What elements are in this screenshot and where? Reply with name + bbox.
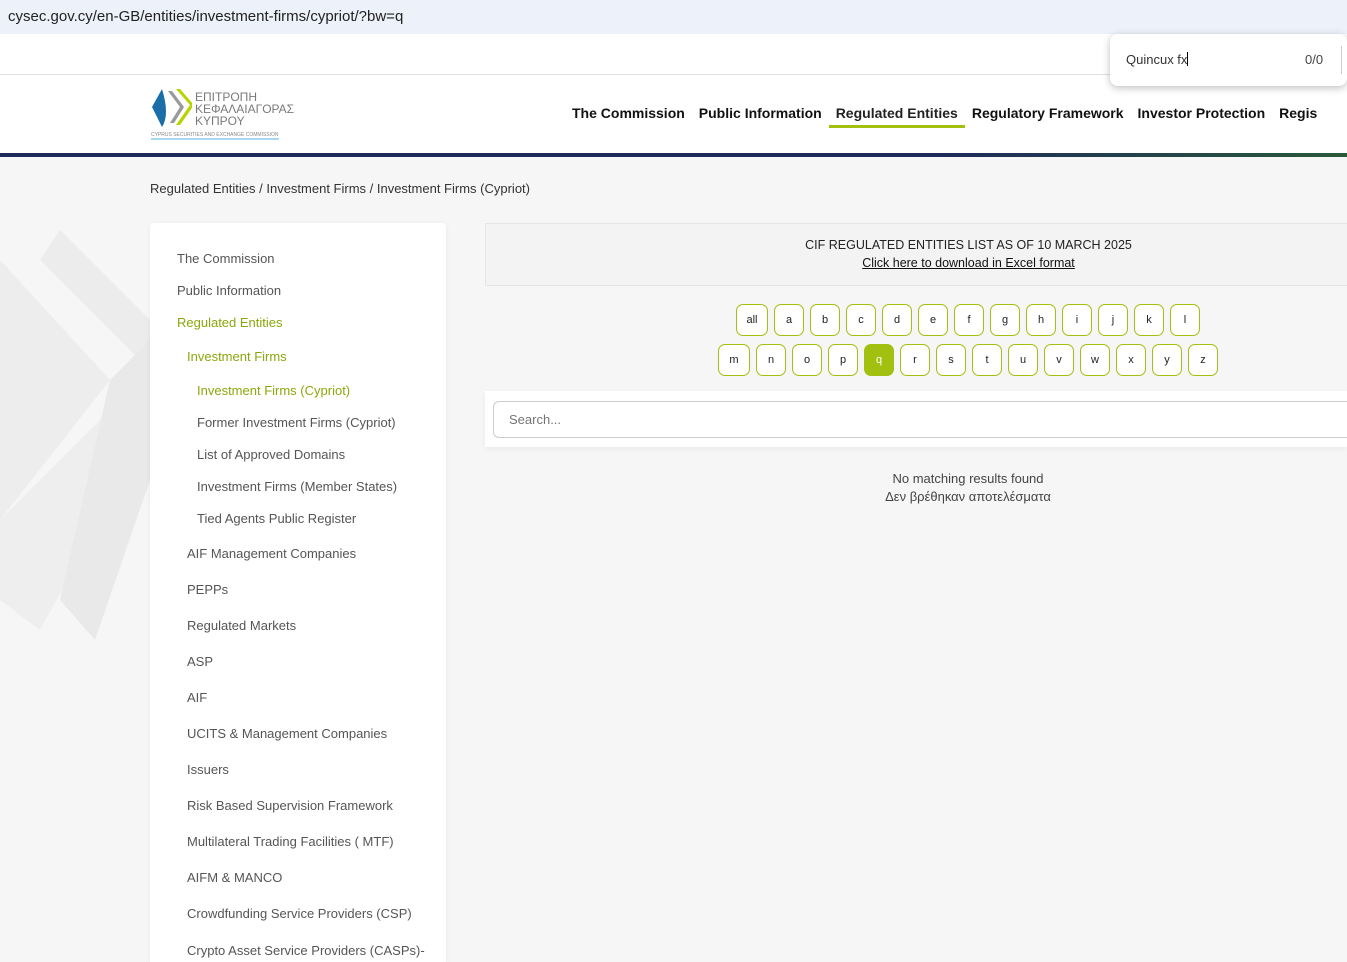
letter-button-g[interactable]: g: [990, 304, 1020, 336]
sidebar: The Commission Public Information Regula…: [150, 223, 446, 962]
letter-button-n[interactable]: n: [756, 344, 786, 376]
letter-button-u[interactable]: u: [1008, 344, 1038, 376]
letter-button-p[interactable]: p: [828, 344, 858, 376]
nav-the-commission[interactable]: The Commission: [565, 75, 692, 128]
letter-button-d[interactable]: d: [882, 304, 912, 336]
letter-button-i[interactable]: i: [1062, 304, 1092, 336]
letter-button-c[interactable]: c: [846, 304, 876, 336]
letter-button-o[interactable]: o: [792, 344, 822, 376]
download-excel-link[interactable]: Click here to download in Excel format: [590, 256, 1347, 270]
text-caret: [1187, 52, 1189, 66]
no-results-message: No matching results found Δεν βρέθηκαν α…: [485, 470, 1347, 506]
letter-button-v[interactable]: v: [1044, 344, 1074, 376]
find-bar[interactable]: Quincux fx 0/0: [1110, 34, 1347, 86]
main-content: CIF REGULATED ENTITIES LIST AS OF 10 MAR…: [485, 223, 1347, 504]
sidebar-item[interactable]: Multilateral Trading Facilities ( MTF): [187, 834, 394, 849]
divider: [1341, 46, 1342, 74]
sidebar-item[interactable]: UCITS & Management Companies: [187, 726, 387, 741]
notice-title: CIF REGULATED ENTITIES LIST AS OF 10 MAR…: [805, 238, 1132, 252]
sidebar-item-active[interactable]: Investment Firms: [187, 349, 287, 364]
letter-button-m[interactable]: m: [718, 344, 750, 376]
site-header: ΕΠΙΤΡΟΠΗ ΚΕΦΑΛΑΙΑΓΟΡΑΣ ΚΥΠΡΟΥ CYPRUS SECUR…: [0, 75, 1347, 153]
alphabet-filter: all a b c d e f g h i j k l mnopqrstuvwxyz: [485, 304, 1347, 384]
breadcrumb: Regulated Entities / Investment Firms / …: [150, 181, 530, 196]
main-nav: The Commission Public Information Regula…: [565, 75, 1324, 153]
sidebar-item-active[interactable]: Regulated Entities: [177, 315, 283, 330]
sidebar-item[interactable]: Investment Firms (Member States): [197, 479, 397, 494]
decorative-chevrons-icon: [0, 230, 150, 640]
letter-button-l[interactable]: l: [1170, 304, 1200, 336]
list-notice: CIF REGULATED ENTITIES LIST AS OF 10 MAR…: [485, 223, 1347, 286]
letter-button-a[interactable]: a: [774, 304, 804, 336]
sidebar-item[interactable]: Crowdfunding Service Providers (CSP): [187, 906, 412, 921]
letter-button-h[interactable]: h: [1026, 304, 1056, 336]
sidebar-item[interactable]: PEPPs: [187, 582, 228, 597]
letter-button-b[interactable]: b: [810, 304, 840, 336]
letter-button-s[interactable]: s: [936, 344, 966, 376]
letter-button-e[interactable]: e: [918, 304, 948, 336]
nav-public-information[interactable]: Public Information: [692, 75, 829, 128]
search-input[interactable]: [493, 401, 1347, 438]
logo-english-text: CYPRUS SECURITIES AND EXCHANGE COMMISSIO…: [151, 132, 279, 140]
letter-button-q[interactable]: q: [864, 344, 894, 376]
logo-greek-text: ΕΠΙΤΡΟΠΗ ΚΕΦΑΛΑΙΑΓΟΡΑΣ ΚΥΠΡΟΥ: [195, 90, 295, 128]
letter-button-k[interactable]: k: [1134, 304, 1164, 336]
sidebar-item[interactable]: Former Investment Firms (Cypriot): [197, 415, 396, 430]
nav-regulated-entities[interactable]: Regulated Entities: [828, 75, 965, 128]
letter-button-r[interactable]: r: [900, 344, 930, 376]
letter-button-y[interactable]: y: [1152, 344, 1182, 376]
letter-button-t[interactable]: t: [972, 344, 1002, 376]
sidebar-item-current[interactable]: Investment Firms (Cypriot): [197, 383, 350, 398]
letter-button-x[interactable]: x: [1116, 344, 1146, 376]
find-count: 0/0: [1305, 52, 1324, 67]
letter-button-f[interactable]: f: [954, 304, 984, 336]
address-bar[interactable]: cysec.gov.cy/en-GB/entities/investment-f…: [0, 0, 1347, 34]
sidebar-item[interactable]: AIF Management Companies: [187, 546, 356, 561]
letter-button-all[interactable]: all: [736, 304, 768, 336]
sidebar-item[interactable]: Risk Based Supervision Framework: [187, 798, 393, 813]
letter-button-z[interactable]: z: [1188, 344, 1218, 376]
search-container: [485, 391, 1347, 447]
nav-regulatory-framework[interactable]: Regulatory Framework: [965, 75, 1131, 128]
sidebar-item[interactable]: List of Approved Domains: [197, 447, 345, 462]
no-results-el: Δεν βρέθηκαν αποτελέσματα: [885, 489, 1051, 504]
logo-mark-icon: [152, 89, 192, 127]
letter-button-j[interactable]: j: [1098, 304, 1128, 336]
no-results-en: No matching results found: [892, 471, 1044, 486]
sidebar-item[interactable]: ASP: [187, 654, 213, 669]
cysec-logo[interactable]: ΕΠΙΤΡΟΠΗ ΚΕΦΑΛΑΙΑΓΟΡΑΣ ΚΥΠΡΟΥ CYPRUS SECUR…: [150, 87, 300, 142]
sidebar-item[interactable]: Issuers: [187, 762, 229, 777]
sidebar-item[interactable]: Regulated Markets: [187, 618, 296, 633]
sidebar-item[interactable]: AIFM & MANCO: [187, 870, 282, 885]
find-input[interactable]: Quincux fx: [1126, 52, 1187, 67]
letter-button-w[interactable]: w: [1080, 344, 1110, 376]
sidebar-item[interactable]: The Commission: [177, 251, 275, 266]
sidebar-item[interactable]: Public Information: [177, 283, 281, 298]
sidebar-item[interactable]: Tied Agents Public Register: [197, 511, 356, 526]
sidebar-item[interactable]: AIF: [187, 690, 207, 705]
header-bar: [0, 153, 1347, 157]
sidebar-item[interactable]: Crypto Asset Service Providers (CASPs)-: [187, 943, 425, 958]
